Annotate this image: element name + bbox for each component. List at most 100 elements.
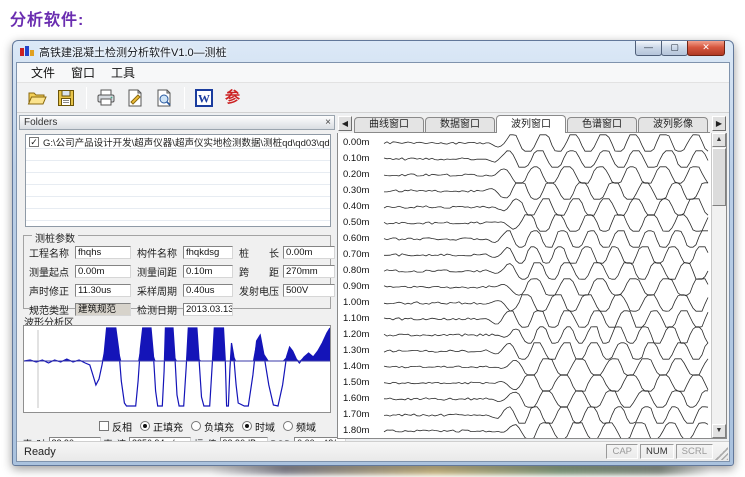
fill-positive-radio[interactable] [140,421,150,431]
app-icon [20,45,34,58]
time-domain-radio[interactable] [242,421,252,431]
params-row: 声时修正11.30us采样周期0.40us发射电压500V [24,283,330,298]
depth-label: 0.10m [343,153,379,164]
menu-tools[interactable]: 工具 [103,62,143,83]
param-label: 发射电压 [239,283,283,298]
scroll-down-icon[interactable]: ▼ [712,424,726,438]
param-field[interactable]: fhqhs [75,246,131,259]
open-icon [27,88,47,108]
depth-label: 0.00m [343,137,379,148]
param-field[interactable]: 0.00m [75,265,131,278]
open-button[interactable] [23,85,50,110]
print-button[interactable] [92,85,119,110]
toolbar-separator [86,87,87,109]
depth-label: 0.80m [343,265,379,276]
app-window: 高铁建混凝土检测分析软件V1.0—测桩 —▢✕ 文件 窗口 工具 W参 Fold… [12,40,734,466]
menu-bar: 文件 窗口 工具 [17,63,729,83]
title-bar[interactable]: 高铁建混凝土检测分析软件V1.0—测桩 —▢✕ [13,41,733,62]
param-field[interactable]: 270mm [283,265,335,278]
param-field[interactable]: 2013.03.13 [183,303,233,316]
param-label: 工程名称 [29,245,75,260]
folders-panel-header[interactable]: Folders × [19,115,335,130]
save-button[interactable] [52,85,79,110]
fill-negative-label: 负填充 [204,419,234,434]
export-icon [125,88,145,108]
param-field[interactable]: 0.10m [183,265,233,278]
param-label: 构件名称 [137,245,183,260]
client-area: 文件 窗口 工具 W参 Folders × ✓ G:\公司产品设计开发\超声仪器… [16,62,730,462]
tab-scroll-left-icon[interactable]: ◀ [338,116,352,131]
params-button[interactable]: 参 [219,85,246,110]
export-button[interactable] [121,85,148,110]
param-field[interactable]: 0.00m [283,246,335,259]
tab-strip: ◀ 曲线窗口数据窗口波列窗口色谱窗口波列影像 ▶ [337,115,727,133]
param-field[interactable]: fhqkdsg [183,246,233,259]
tab-3[interactable]: 波列窗口 [496,115,566,133]
status-indicator-num: NUM [640,444,674,459]
menu-file[interactable]: 文件 [23,62,63,83]
empty-row [26,161,330,173]
empty-row [26,209,330,221]
depth-label: 1.20m [343,329,379,340]
depth-label: 0.70m [343,249,379,260]
checkbox-icon[interactable]: ✓ [29,137,39,147]
folder-list-item[interactable]: ✓ G:\公司产品设计开发\超声仪器\超声仪实地检测数据\测桩qd\qd03\q… [26,135,330,149]
maximize-button[interactable]: ▢ [661,41,688,56]
folders-panel-title: Folders [24,117,57,128]
waveform-plot [24,326,330,412]
param-label: 跨 距 [239,264,283,279]
tab-2[interactable]: 数据窗口 [425,117,495,132]
wave-list[interactable]: ▲ ▼ 0.00m0.10m0.20m0.30m0.40m0.50m0.60m0… [337,133,727,439]
params-row: 工程名称fhqhs构件名称fhqkdsg桩 长0.00m [24,245,330,260]
minimize-button[interactable]: — [635,41,662,56]
preview-button[interactable] [150,85,177,110]
freq-domain-label: 频域 [296,419,316,434]
page-title: 分析软件: [10,6,84,30]
depth-label: 1.10m [343,313,379,324]
close-button[interactable]: ✕ [687,41,725,56]
folders-list[interactable]: ✓ G:\公司产品设计开发\超声仪器\超声仪实地检测数据\测桩qd\qd03\q… [25,134,331,227]
depth-label: 0.90m [343,281,379,292]
status-indicator-cap: CAP [606,444,638,459]
scrollbar-thumb[interactable] [712,148,726,206]
vertical-scrollbar[interactable]: ▲ ▼ [711,133,726,438]
empty-row [26,197,330,209]
waveform-analysis-box[interactable] [23,325,331,413]
tab-4[interactable]: 色谱窗口 [567,117,637,132]
tab-1[interactable]: 曲线窗口 [354,117,424,132]
toolbar-separator [184,87,185,109]
resize-grip[interactable] [715,447,728,460]
empty-row [26,185,330,197]
param-label: 采样周期 [137,283,183,298]
word-button[interactable]: W [190,85,217,110]
scroll-up-icon[interactable]: ▲ [712,133,726,147]
depth-label: 1.60m [343,393,379,404]
left-panel: Folders × ✓ G:\公司产品设计开发\超声仪器\超声仪实地检测数据\测… [19,115,335,439]
tab-5[interactable]: 波列影像 [638,117,708,132]
depth-label: 1.00m [343,297,379,308]
page: 分析软件: 高铁建混凝土检测分析软件V1.0—测桩 —▢✕ 文件 窗口 工具 W… [0,0,745,477]
depth-label: 1.70m [343,409,379,420]
param-field[interactable]: 11.30us [75,284,131,297]
content-area: Folders × ✓ G:\公司产品设计开发\超声仪器\超声仪实地检测数据\测… [17,113,729,441]
param-field[interactable]: 0.40us [183,284,233,297]
param-label: 声时修正 [29,283,75,298]
toolbar: W参 [17,83,729,113]
folder-path: G:\公司产品设计开发\超声仪器\超声仪实地检测数据\测桩qd\qd03\qd0… [43,135,330,149]
menu-window[interactable]: 窗口 [63,62,103,83]
param-field[interactable]: 建筑规范 [75,303,131,316]
save-icon [56,88,76,108]
empty-row [26,149,330,161]
svg-text:W: W [198,91,210,105]
status-indicators: CAPNUMSCRL [604,444,713,459]
close-icon[interactable]: × [325,116,331,129]
freq-domain-radio[interactable] [283,421,293,431]
param-field[interactable]: 500V [283,284,335,297]
fill-negative-radio[interactable] [191,421,201,431]
depth-label: 0.60m [343,233,379,244]
status-text: Ready [17,446,604,458]
param-label: 检测日期 [137,302,183,317]
invert-checkbox[interactable] [99,421,109,431]
tab-scroll-right-icon[interactable]: ▶ [712,116,726,131]
params-grid: 工程名称fhqhs构件名称fhqkdsg桩 长0.00m测量起点0.00m测量间… [24,245,330,317]
